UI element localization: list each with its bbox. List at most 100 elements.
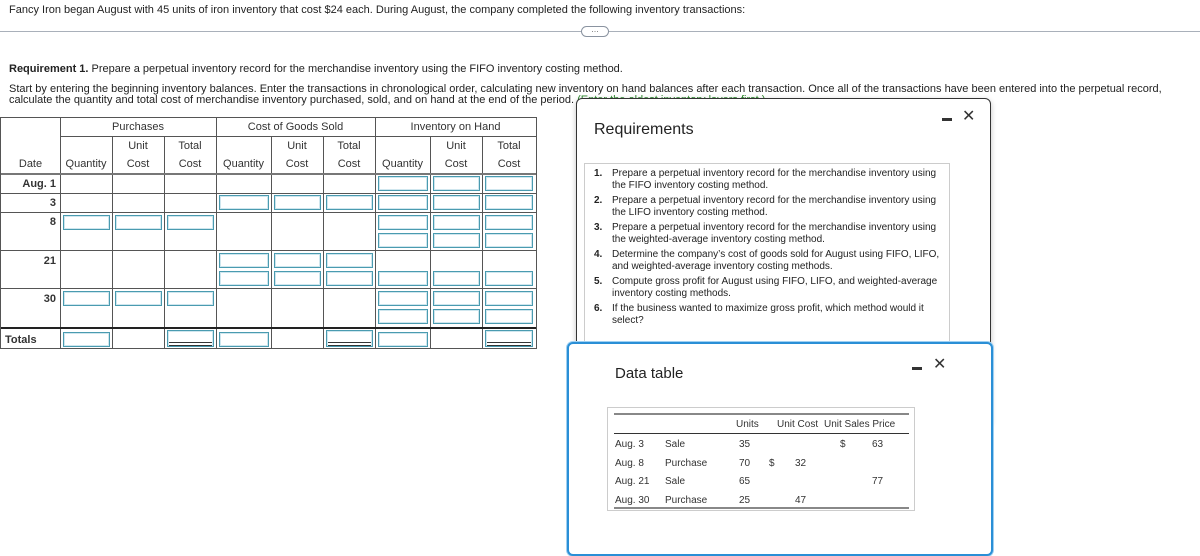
problem-intro: Fancy Iron began August with 45 units of…	[9, 4, 746, 16]
aug3-inventory-quantity-input[interactable]	[378, 195, 428, 210]
data-row-date: Aug. 30	[615, 495, 650, 506]
header-cogs-unit-cost: Cost	[285, 158, 309, 170]
data-row-type: Purchase	[665, 458, 708, 469]
grid-line	[216, 118, 217, 348]
aug21-inventory-quantity-input[interactable]	[378, 271, 428, 286]
aug3-inventory-unit-cost-input[interactable]	[433, 195, 480, 210]
header-cogs-quantity: Quantity	[223, 158, 264, 170]
data-table-title: Data table	[615, 365, 684, 382]
grid-line	[1, 173, 536, 175]
aug21-cogs-unit-cost-input-1[interactable]	[274, 253, 321, 268]
header-inventory-quantity: Quantity	[382, 158, 423, 170]
minimize-icon[interactable]	[942, 118, 952, 121]
data-row-type: Sale	[665, 476, 686, 487]
data-row-unit-cost: 47	[795, 495, 807, 506]
data-row-unit-cost: 32	[795, 458, 807, 469]
aug8-inventory-quantity-input-1[interactable]	[378, 215, 428, 230]
header-purchases-unit-cost: Cost	[126, 158, 150, 170]
grid-line	[375, 118, 376, 348]
totals-inventory-quantity-input[interactable]	[378, 332, 428, 347]
aug8-inventory-unit-cost-input-1[interactable]	[433, 215, 480, 230]
aug3-cogs-total-cost-input[interactable]	[326, 195, 373, 210]
data-row-unit-sales-price: 77	[872, 476, 884, 487]
requirements-title: Requirements	[594, 121, 694, 138]
aug30-inventory-unit-cost-input-1[interactable]	[433, 291, 480, 306]
data-row-date: Aug. 3	[615, 439, 644, 450]
perpetual-inventory-table: Purchases Cost of Goods Sold Inventory o…	[0, 117, 537, 349]
aug21-cogs-unit-cost-input-2[interactable]	[274, 271, 321, 286]
header-inventory-unit-cost: Cost	[444, 158, 468, 170]
header-inventory-unit: Unit	[446, 140, 466, 152]
aug8-inventory-total-cost-input-2[interactable]	[485, 233, 533, 248]
requirement-item: 6. If the business wanted to maximize gro…	[594, 303, 924, 326]
data-row-type: Purchase	[665, 495, 708, 506]
grid-line	[1, 327, 536, 329]
aug3-cogs-quantity-input[interactable]	[219, 195, 269, 210]
totals-label: Totals	[5, 334, 37, 346]
aug30-inventory-quantity-input-2[interactable]	[378, 309, 428, 324]
requirement-item: 1. Prepare a perpetual inventory record f…	[594, 168, 937, 191]
row-date: 3	[49, 197, 56, 209]
aug8-inventory-quantity-input-2[interactable]	[378, 233, 428, 248]
data-table-dialog: Data table ✕ Units Unit Cost Unit Sales …	[567, 342, 993, 556]
row-date: Aug. 1	[22, 178, 56, 190]
data-table: Units Unit Cost Unit Sales Price Aug. 3 …	[607, 407, 915, 511]
header-purchases-quantity: Quantity	[65, 158, 107, 170]
totals-cogs-quantity-input[interactable]	[219, 332, 269, 347]
requirement-heading: Requirement 1. Prepare a perpetual inven…	[9, 63, 623, 75]
aug21-cogs-quantity-input-1[interactable]	[219, 253, 269, 268]
aug3-inventory-total-cost-input[interactable]	[485, 195, 533, 210]
aug8-purchase-quantity-input[interactable]	[63, 215, 110, 230]
aug21-inventory-unit-cost-input[interactable]	[433, 271, 480, 286]
data-row-units: 25	[739, 495, 751, 506]
grid-line	[1, 212, 536, 213]
grid-line	[1, 250, 536, 251]
expand-more-button[interactable]: …	[581, 26, 609, 37]
requirement-label: Requirement 1.	[9, 63, 89, 75]
grid-line	[1, 193, 536, 194]
header-inventory-total-cost: Cost	[497, 158, 521, 170]
close-icon[interactable]: ✕	[933, 357, 946, 373]
row-date: 8	[49, 216, 56, 228]
aug8-inventory-total-cost-input-1[interactable]	[485, 215, 533, 230]
aug21-cogs-quantity-input-2[interactable]	[219, 271, 269, 286]
header-cogs: Cost of Goods Sold	[247, 121, 344, 133]
totals-purchase-quantity-input[interactable]	[63, 332, 110, 347]
header-purchases: Purchases	[112, 121, 164, 133]
aug1-inventory-total-cost-input[interactable]	[485, 176, 533, 191]
aug1-inventory-unit-cost-input[interactable]	[433, 176, 480, 191]
aug21-cogs-total-cost-input-2[interactable]	[326, 271, 373, 286]
data-row-units: 70	[739, 458, 751, 469]
minimize-icon[interactable]	[912, 367, 922, 370]
aug30-purchase-quantity-input[interactable]	[63, 291, 110, 306]
header-purchases-total-cost: Cost	[178, 158, 202, 170]
aug8-purchase-unit-cost-input[interactable]	[115, 215, 162, 230]
table-rule	[614, 507, 909, 509]
data-row-date: Aug. 8	[615, 458, 644, 469]
header-units: Units	[736, 419, 759, 430]
requirement-item: 5. Compute gross profit for August using …	[594, 276, 938, 299]
aug8-purchase-total-cost-input[interactable]	[167, 215, 214, 230]
close-icon[interactable]: ✕	[962, 109, 975, 125]
aug30-inventory-total-cost-input-2[interactable]	[485, 309, 533, 324]
requirement-item: 4. Determine the company’s cost of goods …	[594, 249, 940, 272]
requirement-item: 3. Prepare a perpetual inventory record f…	[594, 222, 937, 245]
aug3-cogs-unit-cost-input[interactable]	[274, 195, 321, 210]
aug30-purchase-total-cost-input[interactable]	[167, 291, 214, 306]
table-rule	[614, 433, 909, 434]
aug30-inventory-quantity-input-1[interactable]	[378, 291, 428, 306]
aug1-inventory-quantity-input[interactable]	[378, 176, 428, 191]
double-underline	[328, 342, 371, 346]
aug8-inventory-unit-cost-input-2[interactable]	[433, 233, 480, 248]
aug30-purchase-unit-cost-input[interactable]	[115, 291, 162, 306]
aug21-inventory-total-cost-input[interactable]	[485, 271, 533, 286]
aug21-cogs-total-cost-input-1[interactable]	[326, 253, 373, 268]
aug30-inventory-unit-cost-input-2[interactable]	[433, 309, 480, 324]
header-cogs-total-cost: Cost	[337, 158, 361, 170]
data-row-date: Aug. 21	[615, 476, 650, 487]
header-unit-cost: Unit Cost	[777, 419, 819, 430]
row-date: 21	[43, 255, 56, 267]
grid-line	[60, 136, 536, 137]
aug30-inventory-total-cost-input-1[interactable]	[485, 291, 533, 306]
data-row-unit-sales-price: 63	[872, 439, 884, 450]
